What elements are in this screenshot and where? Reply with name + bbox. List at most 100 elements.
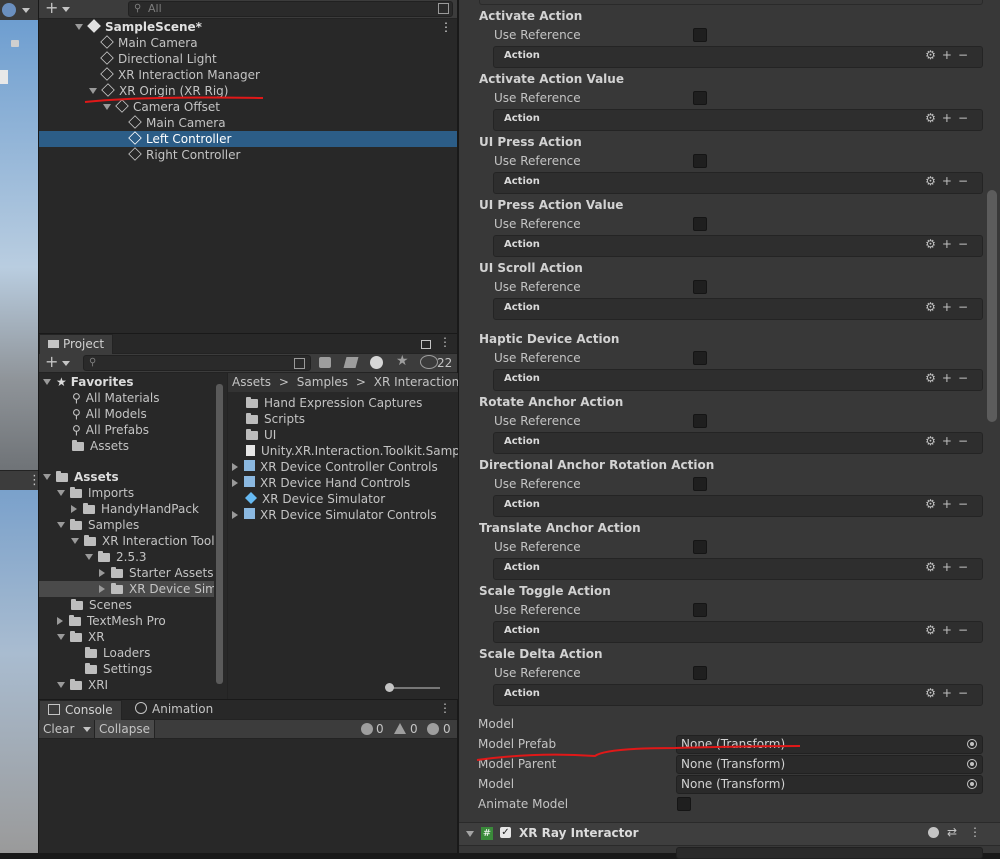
tree-item[interactable]: Settings (85, 661, 152, 677)
gear-icon[interactable]: ⚙ (925, 623, 942, 637)
action-bar-icons[interactable]: ⚙+− (925, 111, 974, 125)
tree-item[interactable]: Scenes (71, 597, 132, 613)
action-bar[interactable]: Action ⚙+− (493, 298, 983, 320)
action-bar[interactable]: Action ⚙+− (493, 109, 983, 131)
add-binding-icon[interactable]: + (942, 237, 958, 251)
tree-item[interactable]: ⚲ All Materials (72, 390, 160, 406)
collapse-button[interactable]: Collapse (94, 720, 155, 738)
expand-icon[interactable] (466, 831, 474, 837)
info-icon[interactable] (361, 723, 373, 735)
file-item[interactable]: Hand Expression Captures (246, 395, 422, 411)
use-reference-checkbox[interactable] (693, 666, 707, 680)
globe-icon[interactable] (2, 3, 16, 17)
remove-icon[interactable]: − (958, 237, 974, 251)
lock-icon[interactable] (11, 40, 19, 47)
animate-model-checkbox[interactable] (677, 797, 691, 811)
remove-icon[interactable]: − (958, 497, 974, 511)
remove-icon[interactable]: − (958, 434, 974, 448)
tree-item[interactable]: ★ Favorites (43, 374, 133, 390)
error-icon[interactable] (427, 723, 439, 735)
tree-item[interactable]: Assets (72, 438, 129, 454)
inspector-scrollbar[interactable] (987, 190, 997, 422)
hierarchy-item[interactable]: XR Interaction Manager (39, 67, 457, 83)
file-item[interactable]: XR Device Simulator (244, 491, 385, 507)
add-binding-icon[interactable]: + (942, 48, 958, 62)
action-bar-icons[interactable]: ⚙+− (925, 434, 974, 448)
gear-icon[interactable]: ⚙ (925, 174, 942, 188)
gear-icon[interactable]: ⚙ (925, 300, 942, 314)
component-header[interactable]: # ✓ XR Ray Interactor ⇄ ⋮ (459, 822, 1000, 846)
use-reference-checkbox[interactable] (693, 28, 707, 42)
hierarchy-item[interactable]: Main Camera (39, 35, 457, 51)
action-bar[interactable]: Action ⚙+− (493, 432, 983, 454)
remove-icon[interactable]: − (958, 371, 974, 385)
expand-icon[interactable] (75, 24, 83, 30)
more-icon[interactable]: ⋮ (440, 19, 452, 35)
action-bar-icons[interactable]: ⚙+− (925, 237, 974, 251)
hierarchy-item[interactable]: Right Controller (39, 147, 457, 163)
action-bar[interactable]: Action ⚙+− (493, 684, 983, 706)
gear-icon[interactable]: ⚙ (925, 434, 942, 448)
more-icon[interactable]: ⋮ (439, 335, 451, 349)
tree-item[interactable]: XR Interaction Toolk (71, 533, 214, 549)
action-bar[interactable]: Action ⚙+− (493, 369, 983, 391)
chevron-down-icon[interactable] (83, 727, 91, 732)
scene-toolbar[interactable] (0, 0, 38, 21)
zoom-slider-handle[interactable] (385, 683, 394, 692)
tree-item[interactable]: 2.5.3 (85, 549, 147, 565)
gear-icon[interactable]: ⚙ (925, 686, 942, 700)
hierarchy-item-selected[interactable]: Left Controller (39, 131, 457, 147)
tree-item[interactable]: ⚲ All Prefabs (72, 422, 149, 438)
add-binding-icon[interactable]: + (942, 686, 958, 700)
action-bar[interactable]: Action ⚙+− (493, 235, 983, 257)
search-filter-icon[interactable] (438, 3, 449, 14)
add-binding-icon[interactable]: + (942, 371, 958, 385)
tree-item[interactable]: XR (57, 629, 105, 645)
breadcrumb-item[interactable]: Samples (297, 375, 348, 389)
more-icon[interactable]: ⋮ (969, 825, 981, 839)
chevron-down-icon[interactable] (22, 8, 30, 13)
tree-item[interactable]: XRI (57, 677, 108, 693)
remove-icon[interactable]: − (958, 174, 974, 188)
action-bar[interactable]: Action ⚙+− (493, 621, 983, 643)
tree-item[interactable]: Imports (57, 485, 134, 501)
object-picker-icon[interactable] (967, 739, 977, 749)
add-button[interactable]: + (45, 352, 58, 371)
hierarchy-search-input[interactable]: ⚲ All (128, 1, 453, 17)
file-item[interactable]: UI (246, 427, 276, 443)
action-bar-icons[interactable]: ⚙+− (925, 174, 974, 188)
tab-animation[interactable]: Animation (127, 700, 221, 719)
tree-item[interactable]: ⚲ All Models (72, 406, 147, 422)
add-binding-icon[interactable]: + (942, 623, 958, 637)
presets-icon[interactable]: ⇄ (947, 825, 957, 839)
tree-item[interactable]: Assets (43, 469, 119, 485)
action-bar-icons[interactable]: ⚙+− (925, 686, 974, 700)
project-search-input[interactable]: ⚲ (83, 355, 311, 371)
filter-by-label-icon[interactable] (343, 357, 359, 368)
scene-row[interactable]: SampleScene* ⋮ (39, 19, 457, 35)
clear-button[interactable]: Clear (43, 720, 74, 738)
component-enabled-checkbox[interactable]: ✓ (500, 827, 511, 838)
breadcrumb-item[interactable]: XR Interaction Too (374, 375, 458, 389)
remove-icon[interactable]: − (958, 560, 974, 574)
tree-item[interactable]: Starter Assets (99, 565, 214, 581)
gear-icon[interactable]: ⚙ (925, 371, 942, 385)
add-binding-icon[interactable]: + (942, 174, 958, 188)
gear-icon[interactable]: ⚙ (925, 111, 942, 125)
action-bar-icons[interactable]: ⚙+− (925, 48, 974, 62)
star-icon[interactable]: ★ (396, 353, 409, 369)
chevron-down-icon[interactable] (62, 361, 70, 366)
hierarchy-item[interactable]: Directional Light (39, 51, 457, 67)
tree-item-selected[interactable]: XR Device Sim (39, 581, 214, 597)
file-item[interactable]: Unity.XR.Interaction.Toolkit.Samples (246, 443, 458, 459)
remove-icon[interactable]: − (958, 48, 974, 62)
file-item[interactable]: XR Device Controller Controls (232, 459, 438, 475)
use-reference-checkbox[interactable] (693, 540, 707, 554)
search-filter-icon[interactable] (294, 358, 305, 369)
warning-icon[interactable] (394, 723, 406, 734)
action-bar-icons[interactable]: ⚙+− (925, 371, 974, 385)
remove-icon[interactable]: − (958, 111, 974, 125)
hierarchy-item[interactable]: Main Camera (39, 115, 457, 131)
add-binding-icon[interactable]: + (942, 111, 958, 125)
add-binding-icon[interactable]: + (942, 497, 958, 511)
